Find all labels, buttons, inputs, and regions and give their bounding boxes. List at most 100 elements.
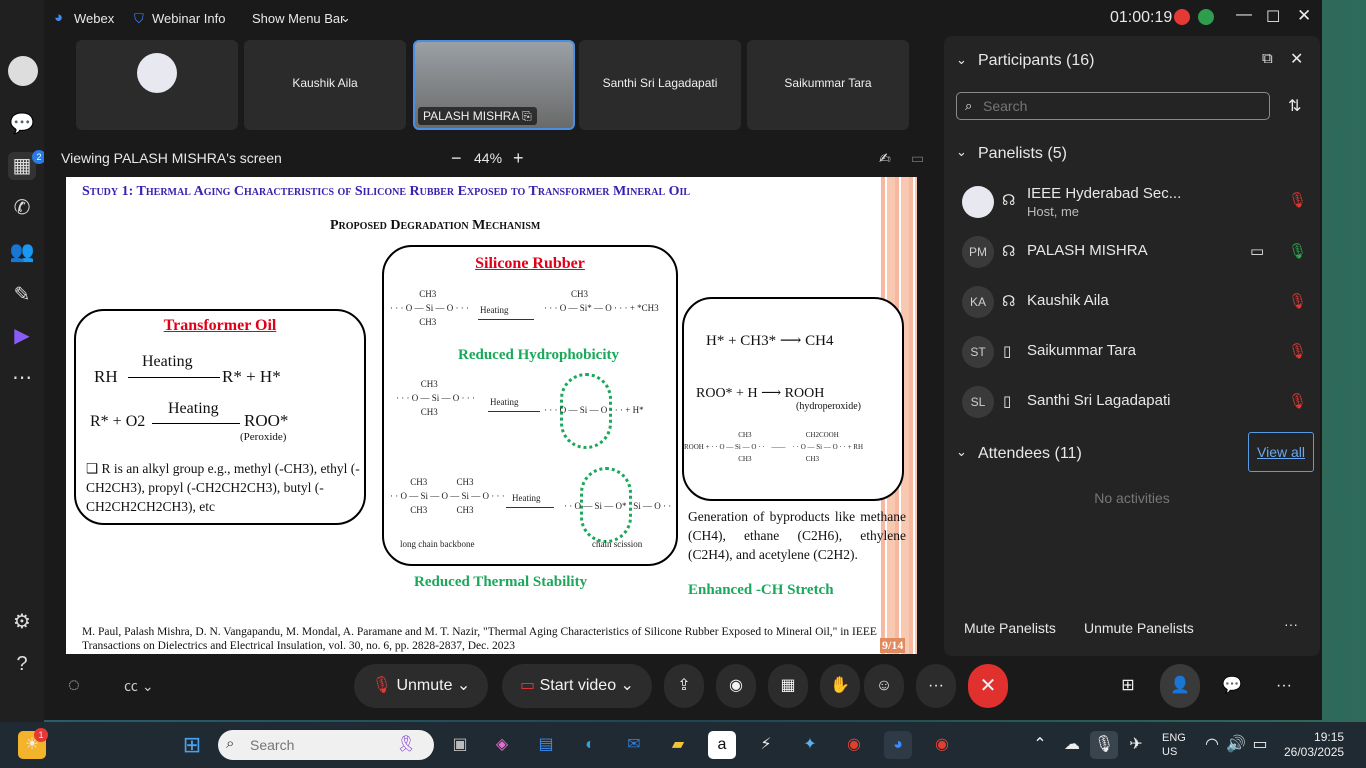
video-tile-santhi[interactable]: Santhi Sri Lagadapati bbox=[579, 40, 741, 130]
video-camera-icon[interactable]: ▭ bbox=[1250, 242, 1264, 260]
sort-icon[interactable]: ⇅ bbox=[1288, 96, 1301, 116]
popout-icon[interactable]: ⧉ bbox=[1262, 50, 1273, 67]
language-indicator[interactable]: ENG US bbox=[1162, 731, 1186, 759]
unmute-button[interactable]: 🎙 Unmute ⌄ bbox=[354, 664, 488, 708]
collapse-chevron-icon[interactable]: ⌄ bbox=[956, 144, 967, 160]
user-avatar[interactable] bbox=[8, 56, 38, 86]
panelist-row[interactable]: ST ▯ Saikummar Tara 🎙 bbox=[962, 332, 1312, 372]
show-menu-bar-button[interactable]: Show Menu Bar bbox=[252, 11, 345, 26]
zoom-out-icon[interactable]: − bbox=[451, 148, 462, 169]
video-tile-kaushik[interactable]: Kaushik Aila bbox=[244, 40, 406, 130]
send-icon[interactable]: ✈ bbox=[1122, 731, 1150, 759]
siloxane-structure-2: CH3 · · · O — Si — O · · · CH3 bbox=[396, 379, 475, 417]
close-icon[interactable]: ✕ bbox=[1297, 6, 1311, 26]
chrome-icon[interactable]: ◉ bbox=[840, 731, 868, 759]
m365-icon[interactable]: ✦ bbox=[796, 731, 824, 759]
view-all-button[interactable]: View all bbox=[1248, 432, 1314, 472]
whiteboard-icon[interactable]: ✎ bbox=[8, 281, 36, 309]
messaging-icon[interactable]: 💬 bbox=[8, 110, 36, 138]
store-icon[interactable]: ▤ bbox=[532, 731, 560, 759]
share-screen-button[interactable]: ⇪ bbox=[664, 664, 704, 708]
chevron-down-icon[interactable]: ⌄ bbox=[340, 10, 351, 26]
minimize-icon[interactable]: — bbox=[1236, 6, 1252, 24]
outlook-icon[interactable]: ✉ bbox=[620, 731, 648, 759]
video-tile-host[interactable] bbox=[76, 40, 238, 130]
screen-view-icon[interactable]: ▭ bbox=[911, 150, 924, 167]
collapse-chevron-icon[interactable]: ⌄ bbox=[956, 52, 967, 68]
apps-button[interactable]: ⊞ bbox=[1108, 664, 1148, 708]
webex-taskbar-icon[interactable]: ◕ bbox=[884, 731, 912, 759]
help-icon[interactable]: ? bbox=[8, 650, 36, 678]
more-panels-button[interactable]: ··· bbox=[1264, 664, 1304, 708]
mute-panelists-button[interactable]: Mute Panelists bbox=[964, 620, 1056, 636]
start-video-button[interactable]: ▭ Start video ⌄ bbox=[502, 664, 652, 708]
app-icon[interactable]: ⚡ bbox=[752, 731, 780, 759]
battery-icon[interactable]: ▭ bbox=[1246, 731, 1274, 759]
edge-icon[interactable]: ◐ bbox=[576, 731, 604, 759]
leave-meeting-button[interactable]: ✕ bbox=[968, 664, 1008, 708]
avatar: KA bbox=[962, 286, 994, 318]
panelist-name: PALASH MISHRA bbox=[1027, 242, 1148, 259]
siloxane-product-2: · · · O — Si — O · · · + H* bbox=[544, 405, 644, 415]
file-explorer-icon[interactable]: ▰ bbox=[664, 731, 692, 759]
participants-panel: ⌄ Participants (16) ⧉ ✕ ⌕ ⇅ ⌄ Panelists … bbox=[944, 36, 1320, 656]
calling-icon[interactable]: ✆ bbox=[8, 194, 36, 222]
headset-icon: ☊ bbox=[1002, 293, 1016, 310]
muted-mic-icon[interactable]: 🎙 bbox=[1288, 292, 1307, 310]
annotate-icon[interactable]: ✍ bbox=[879, 150, 891, 167]
panelist-row[interactable]: KA ☊ Kaushik Aila 🎙 bbox=[962, 282, 1312, 322]
taskbar-search-input[interactable] bbox=[250, 737, 370, 753]
webinar-info-button[interactable]: Webinar Info bbox=[152, 11, 225, 26]
layout-button[interactable]: ▦ bbox=[768, 664, 808, 708]
windows-start-icon[interactable]: ⊞ bbox=[178, 731, 206, 759]
maximize-icon[interactable]: ☐ bbox=[1266, 7, 1280, 27]
collapse-chevron-icon[interactable]: ⌄ bbox=[956, 444, 967, 460]
byproducts-text: Generation of byproducts like methane (C… bbox=[688, 509, 906, 562]
captions-icon[interactable]: ㏄ ⌄ bbox=[124, 676, 154, 696]
network-icon[interactable] bbox=[1198, 9, 1214, 25]
more-options-icon[interactable]: ··· bbox=[1284, 616, 1298, 632]
chat-button[interactable]: 💬 bbox=[1212, 664, 1252, 708]
reactions-button[interactable]: ☺ bbox=[864, 664, 904, 708]
settings-icon[interactable]: ⚙ bbox=[8, 608, 36, 636]
show-hidden-icons[interactable]: ⌃ bbox=[1026, 731, 1054, 759]
task-view-icon[interactable]: ▣ bbox=[446, 731, 474, 759]
search-box[interactable]: ⌕ bbox=[956, 92, 1270, 120]
panelist-name: Kaushik Aila bbox=[1027, 292, 1109, 309]
reactions-icon[interactable]: ◌ bbox=[68, 674, 80, 697]
microphone-muted-icon[interactable]: 🎙 bbox=[1090, 731, 1118, 759]
panelist-row[interactable]: ☊ IEEE Hyderabad Sec... Host, me 🎙 bbox=[962, 182, 1312, 222]
panelist-role: Host, me bbox=[1027, 204, 1080, 219]
eq1-heating: Heating bbox=[142, 353, 193, 370]
participant-name: Santhi Sri Lagadapati bbox=[602, 76, 718, 90]
contacts-icon[interactable]: 👥 bbox=[8, 238, 36, 266]
unmute-panelists-button[interactable]: Unmute Panelists bbox=[1084, 620, 1194, 636]
eq1-right: R* + H* bbox=[222, 367, 281, 386]
taskbar-search-box[interactable]: ⌕ 🎗 bbox=[218, 730, 434, 760]
eq2-note: (Peroxide) bbox=[240, 431, 287, 443]
more-icon[interactable]: ⋯ bbox=[8, 364, 36, 392]
taskbar: ☀ 1 ⊞ ⌕ 🎗 ▣ ◈ ▤ ◐ ✉ ▰ a ⚡ ✦ ◉ ◕ ◉ ⌃ ☁ 🎙 … bbox=[0, 722, 1366, 768]
close-panel-icon[interactable]: ✕ bbox=[1290, 49, 1303, 69]
apps-icon[interactable]: ▶ bbox=[8, 322, 36, 350]
panelist-row[interactable]: SL ▯ Santhi Sri Lagadapati 🎙 bbox=[962, 382, 1312, 422]
more-options-button[interactable]: ··· bbox=[916, 664, 956, 708]
muted-mic-icon[interactable]: 🎙 bbox=[1288, 342, 1307, 360]
copilot-icon[interactable]: ◈ bbox=[488, 731, 516, 759]
participants-button[interactable]: 👤 bbox=[1160, 664, 1200, 708]
raise-hand-button[interactable]: ✋ bbox=[820, 664, 860, 708]
clock[interactable]: 19:15 26/03/2025 bbox=[1284, 730, 1344, 760]
muted-mic-icon[interactable]: 🎙 bbox=[1288, 392, 1307, 410]
amazon-icon[interactable]: a bbox=[708, 731, 736, 759]
record-button[interactable]: ◉ bbox=[716, 664, 756, 708]
muted-mic-icon[interactable]: 🎙 bbox=[1288, 191, 1307, 209]
video-tile-palash[interactable]: PALASH MISHRA ⎘ bbox=[413, 40, 575, 130]
chrome-profile-icon[interactable]: ◉ bbox=[928, 731, 956, 759]
onedrive-icon[interactable]: ☁ bbox=[1058, 731, 1086, 759]
zoom-in-icon[interactable]: + bbox=[513, 148, 524, 169]
video-tile-saikummar[interactable]: Saikummar Tara bbox=[747, 40, 909, 130]
webex-nav-bar: 💬 ▦ 2 ✆ 👥 ✎ ▶ ⋯ ⚙ ? bbox=[0, 0, 46, 722]
search-input[interactable] bbox=[983, 97, 1253, 115]
active-mic-icon[interactable]: 🎙 bbox=[1288, 242, 1307, 260]
panelist-row[interactable]: PM ☊ PALASH MISHRA ▭ 🎙 bbox=[962, 232, 1312, 272]
